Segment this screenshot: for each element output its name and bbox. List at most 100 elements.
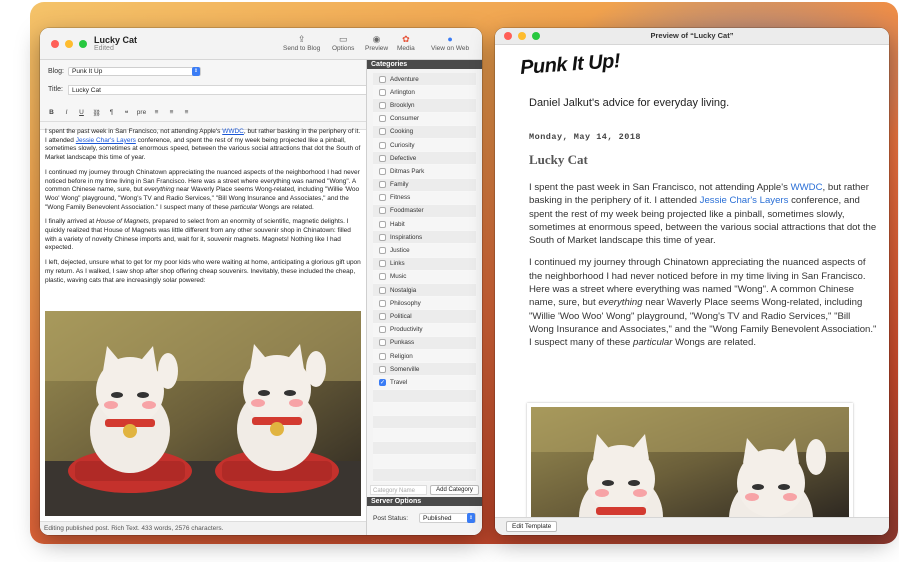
category-empty-row [373, 442, 476, 456]
wwdc-link[interactable]: WWDC [222, 128, 244, 135]
body-paragraph: I left, dejected, unsure what to get for… [45, 259, 361, 284]
body-paragraph: I finally arrived at House of Magnets, p… [45, 218, 351, 252]
close-button[interactable] [51, 40, 59, 48]
category-checkbox[interactable] [379, 260, 386, 268]
category-item[interactable]: Defective [373, 152, 476, 166]
category-item[interactable]: Curiosity [373, 138, 476, 153]
chevron-updown-icon: ⇕ [192, 67, 200, 76]
category-item[interactable]: Fitness [373, 191, 476, 205]
category-item[interactable]: Philosophy [373, 297, 476, 311]
category-item[interactable]: Justice [373, 244, 476, 258]
view-on-web-button[interactable]: ● View on Web [431, 34, 469, 52]
category-checkbox[interactable] [379, 141, 386, 149]
category-item[interactable]: Ditmas Park [373, 165, 476, 179]
category-checkbox[interactable] [379, 207, 386, 215]
category-item[interactable]: Arlington [373, 86, 476, 100]
category-list: Adventure Arlington Brooklyn Consumer Cookin… [373, 73, 476, 482]
editor-titlebar: Lucky Cat Edited ⇪ Send to Blog ▭ Option… [40, 28, 482, 60]
category-item[interactable]: Brooklyn [373, 99, 476, 113]
underline-button[interactable]: U [75, 109, 88, 116]
category-name-input[interactable]: Category Name [370, 485, 427, 495]
preview-button[interactable]: ◉ Preview [365, 34, 388, 52]
align-center-icon[interactable]: ≡ [165, 109, 178, 116]
category-label: Foodmaster [390, 207, 424, 215]
category-checkbox[interactable] [379, 365, 386, 373]
bold-button[interactable]: B [45, 109, 58, 116]
category-checkbox[interactable] [379, 101, 386, 109]
category-label: Arlington [390, 88, 415, 96]
category-item[interactable]: Religion [373, 349, 476, 364]
category-item[interactable]: Habit [373, 218, 476, 232]
title-input[interactable]: Lucky Cat [68, 85, 386, 95]
category-label: Links [390, 260, 405, 268]
category-label: Curiosity [390, 141, 415, 149]
category-checkbox[interactable] [379, 194, 386, 202]
category-item[interactable]: Somerville [373, 363, 476, 377]
category-checkbox[interactable] [379, 233, 386, 241]
zoom-button[interactable] [79, 40, 87, 48]
wwdc-link[interactable]: WWDC [791, 182, 823, 193]
category-checkbox[interactable] [379, 167, 386, 175]
minimize-button[interactable] [65, 40, 73, 48]
italic-button[interactable]: I [60, 109, 73, 116]
blockquote-button[interactable]: ❝ [120, 109, 133, 117]
category-checkbox[interactable] [379, 273, 386, 281]
category-label: Adventure [390, 75, 419, 83]
align-left-icon[interactable]: ≡ [150, 109, 163, 116]
category-checkbox[interactable] [379, 181, 386, 189]
category-checkbox[interactable] [379, 339, 386, 347]
category-checkbox[interactable] [379, 326, 386, 334]
category-item[interactable]: Links [373, 257, 476, 271]
blog-name-heading[interactable]: Punk It Up! [519, 50, 620, 80]
category-checkbox[interactable] [379, 220, 386, 228]
category-checkbox[interactable]: ✓ [379, 378, 386, 386]
layers-link[interactable]: Jessie Char's Layers [76, 137, 136, 144]
media-button[interactable]: ✿ Media [397, 34, 415, 52]
blog-select[interactable]: Punk It Up ⇕ [68, 67, 201, 76]
category-item[interactable]: Punkass [373, 336, 476, 350]
category-checkbox[interactable] [379, 75, 386, 83]
category-item[interactable]: Inspirations [373, 231, 476, 245]
category-checkbox[interactable] [379, 352, 386, 360]
category-checkbox[interactable] [379, 115, 386, 123]
preview-bottom-bar: Edit Template [495, 517, 889, 535]
paragraph-button[interactable]: ¶ [105, 109, 118, 116]
pre-button[interactable]: pre [135, 109, 148, 116]
category-item[interactable]: Productivity [373, 323, 476, 337]
category-label: Music [390, 273, 407, 281]
globe-icon: ● [447, 34, 453, 44]
category-checkbox[interactable] [379, 299, 386, 307]
category-label: Habit [390, 220, 405, 228]
post-body-editor[interactable]: I spent the past week in San Francisco, … [45, 128, 363, 291]
category-checkbox[interactable] [379, 154, 386, 162]
category-item[interactable]: Music [373, 270, 476, 284]
category-item[interactable]: Family [373, 178, 476, 192]
post-status-select[interactable]: Published ⇕ [419, 513, 476, 523]
category-checkbox[interactable] [379, 128, 386, 136]
category-item[interactable]: Political [373, 310, 476, 324]
category-checkbox[interactable] [379, 312, 386, 320]
category-item[interactable]: Consumer [373, 112, 476, 126]
category-label: Political [390, 312, 412, 320]
share-icon: ⇪ [297, 34, 306, 44]
editor-window: Lucky Cat Edited ⇪ Send to Blog ▭ Option… [40, 28, 482, 535]
link-icon[interactable]: ⛓ [90, 109, 103, 117]
category-checkbox[interactable] [379, 88, 386, 96]
align-right-icon[interactable]: ≡ [180, 109, 193, 116]
send-to-blog-button[interactable]: ⇪ Send to Blog [283, 34, 320, 52]
options-label: Options [332, 45, 355, 52]
options-button[interactable]: ▭ Options [332, 34, 354, 52]
category-checkbox[interactable] [379, 247, 386, 255]
category-item[interactable]: Nostalgia [373, 284, 476, 298]
category-item[interactable]: ✓ Travel [373, 376, 476, 390]
category-item[interactable]: Foodmaster [373, 204, 476, 219]
category-item[interactable]: Cooking [373, 125, 476, 139]
edit-template-button[interactable]: Edit Template [506, 521, 558, 532]
body-paragraph: I continued my journey through Chinatown… [45, 168, 360, 211]
sidebar-icon: ▭ [338, 34, 348, 44]
category-checkbox[interactable] [379, 286, 386, 294]
add-category-button[interactable]: Add Category [430, 485, 479, 495]
category-item[interactable]: Adventure [373, 73, 476, 87]
layers-link[interactable]: Jessie Char's Layers [700, 195, 789, 206]
category-label: Philosophy [390, 299, 421, 307]
